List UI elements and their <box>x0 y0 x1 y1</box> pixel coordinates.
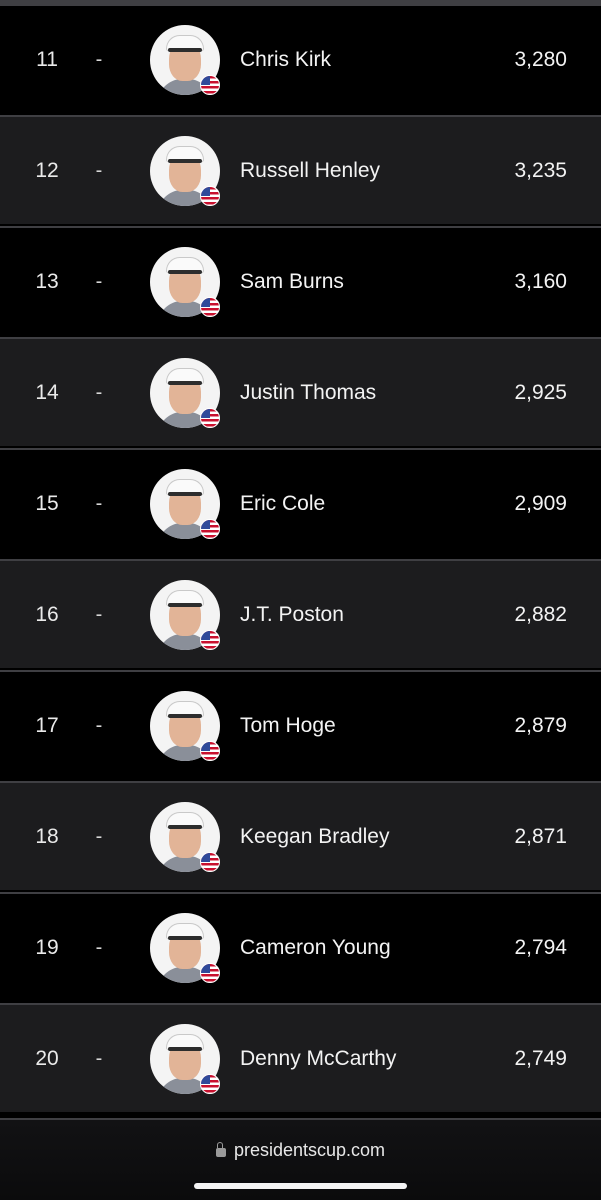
flag-canton <box>201 519 210 529</box>
player-avatar[interactable] <box>150 357 220 428</box>
rank-movement: - <box>95 603 103 625</box>
rank-number: 16 <box>35 602 59 626</box>
rank-movement: - <box>95 492 103 514</box>
headshot-cap-brim <box>168 713 202 718</box>
player-name[interactable]: Cameron Young <box>240 936 391 960</box>
rank-movement: - <box>95 1047 103 1069</box>
player-name[interactable]: Denny McCarthy <box>240 1047 396 1071</box>
standings-row[interactable]: 18 - Keegan Bradley 2,871 <box>0 781 601 890</box>
standings-row[interactable]: 15 - Eric Cole 2,909 <box>0 448 601 557</box>
flag-canton <box>201 1074 210 1084</box>
rank-number: 17 <box>35 713 59 737</box>
headshot-cap-brim <box>168 602 202 607</box>
rank-movement: - <box>95 48 103 70</box>
standings-row[interactable]: 13 - Sam Burns 3,160 <box>0 226 601 335</box>
player-name[interactable]: Justin Thomas <box>240 381 376 405</box>
flag-canton <box>201 297 210 307</box>
rank-number: 14 <box>35 380 59 404</box>
standings-row[interactable]: 16 - J.T. Poston 2,882 <box>0 559 601 668</box>
player-name[interactable]: Eric Cole <box>240 492 325 516</box>
usa-flag-icon <box>200 629 220 650</box>
player-name[interactable]: Chris Kirk <box>240 48 331 72</box>
headshot-cap-brim <box>168 380 202 385</box>
rank-movement: - <box>95 936 103 958</box>
headshot-cap-brim <box>168 269 202 274</box>
player-name[interactable]: Keegan Bradley <box>240 825 389 849</box>
flag-canton <box>201 852 210 862</box>
player-name[interactable]: Tom Hoge <box>240 714 336 738</box>
player-points: 2,879 <box>514 713 567 737</box>
usa-flag-icon <box>200 1073 220 1094</box>
rank-number: 15 <box>35 491 59 515</box>
flag-canton <box>201 963 210 973</box>
standings-row[interactable]: 19 - Cameron Young 2,794 <box>0 892 601 1001</box>
player-avatar[interactable] <box>150 135 220 206</box>
rank-number: 20 <box>35 1046 59 1070</box>
rank-number: 12 <box>35 158 59 182</box>
lock-icon <box>215 1142 226 1157</box>
player-name[interactable]: Sam Burns <box>240 270 344 294</box>
player-points: 2,925 <box>514 380 567 404</box>
rank-movement: - <box>95 714 103 736</box>
flag-canton <box>201 741 210 751</box>
player-name[interactable]: J.T. Poston <box>240 603 344 627</box>
player-points: 2,794 <box>514 935 567 959</box>
usa-flag-icon <box>200 407 220 428</box>
browser-address-bar: presidentscup.com <box>0 1118 601 1200</box>
player-points: 2,871 <box>514 824 567 848</box>
rank-number: 13 <box>35 269 59 293</box>
usa-flag-icon <box>200 851 220 872</box>
rank-movement: - <box>95 270 103 292</box>
standings-row[interactable]: 12 - Russell Henley 3,235 <box>0 115 601 224</box>
headshot-cap-brim <box>168 935 202 940</box>
player-points: 3,235 <box>514 158 567 182</box>
player-avatar[interactable] <box>150 24 220 95</box>
rank-number: 11 <box>36 47 58 71</box>
usa-flag-icon <box>200 296 220 317</box>
usa-flag-icon <box>200 518 220 539</box>
standings-row[interactable]: 11 - Chris Kirk 3,280 <box>0 4 601 113</box>
standings-row[interactable]: 14 - Justin Thomas 2,925 <box>0 337 601 446</box>
player-points: 2,909 <box>514 491 567 515</box>
url-text: presidentscup.com <box>233 1140 386 1160</box>
player-points: 2,749 <box>514 1046 567 1070</box>
player-name[interactable]: Russell Henley <box>240 159 380 183</box>
rank-movement: - <box>95 159 103 181</box>
player-points: 3,160 <box>514 269 567 293</box>
url-display[interactable]: presidentscup.com <box>0 1140 601 1161</box>
flag-canton <box>201 408 210 418</box>
headshot-cap-brim <box>168 1046 202 1051</box>
player-avatar[interactable] <box>150 912 220 983</box>
home-indicator[interactable] <box>194 1183 407 1189</box>
player-points: 3,280 <box>514 47 567 71</box>
rank-number: 19 <box>35 935 59 959</box>
usa-flag-icon <box>200 962 220 983</box>
usa-flag-icon <box>200 74 220 95</box>
player-avatar[interactable] <box>150 690 220 761</box>
flag-canton <box>201 186 210 196</box>
player-avatar[interactable] <box>150 246 220 317</box>
usa-flag-icon <box>200 185 220 206</box>
headshot-cap-brim <box>168 158 202 163</box>
flag-canton <box>201 75 210 85</box>
player-points: 2,882 <box>514 602 567 626</box>
rank-movement: - <box>95 381 103 403</box>
player-avatar[interactable] <box>150 468 220 539</box>
player-avatar[interactable] <box>150 801 220 872</box>
player-avatar[interactable] <box>150 579 220 650</box>
player-avatar[interactable] <box>150 1023 220 1094</box>
rank-movement: - <box>95 825 103 847</box>
headshot-cap-brim <box>168 824 202 829</box>
standings-row[interactable]: 17 - Tom Hoge 2,879 <box>0 670 601 779</box>
headshot-cap-brim <box>168 47 202 52</box>
standings-row[interactable]: 20 - Denny McCarthy 2,749 <box>0 1003 601 1112</box>
rank-number: 18 <box>35 824 59 848</box>
usa-flag-icon <box>200 740 220 761</box>
flag-canton <box>201 630 210 640</box>
headshot-cap-brim <box>168 491 202 496</box>
